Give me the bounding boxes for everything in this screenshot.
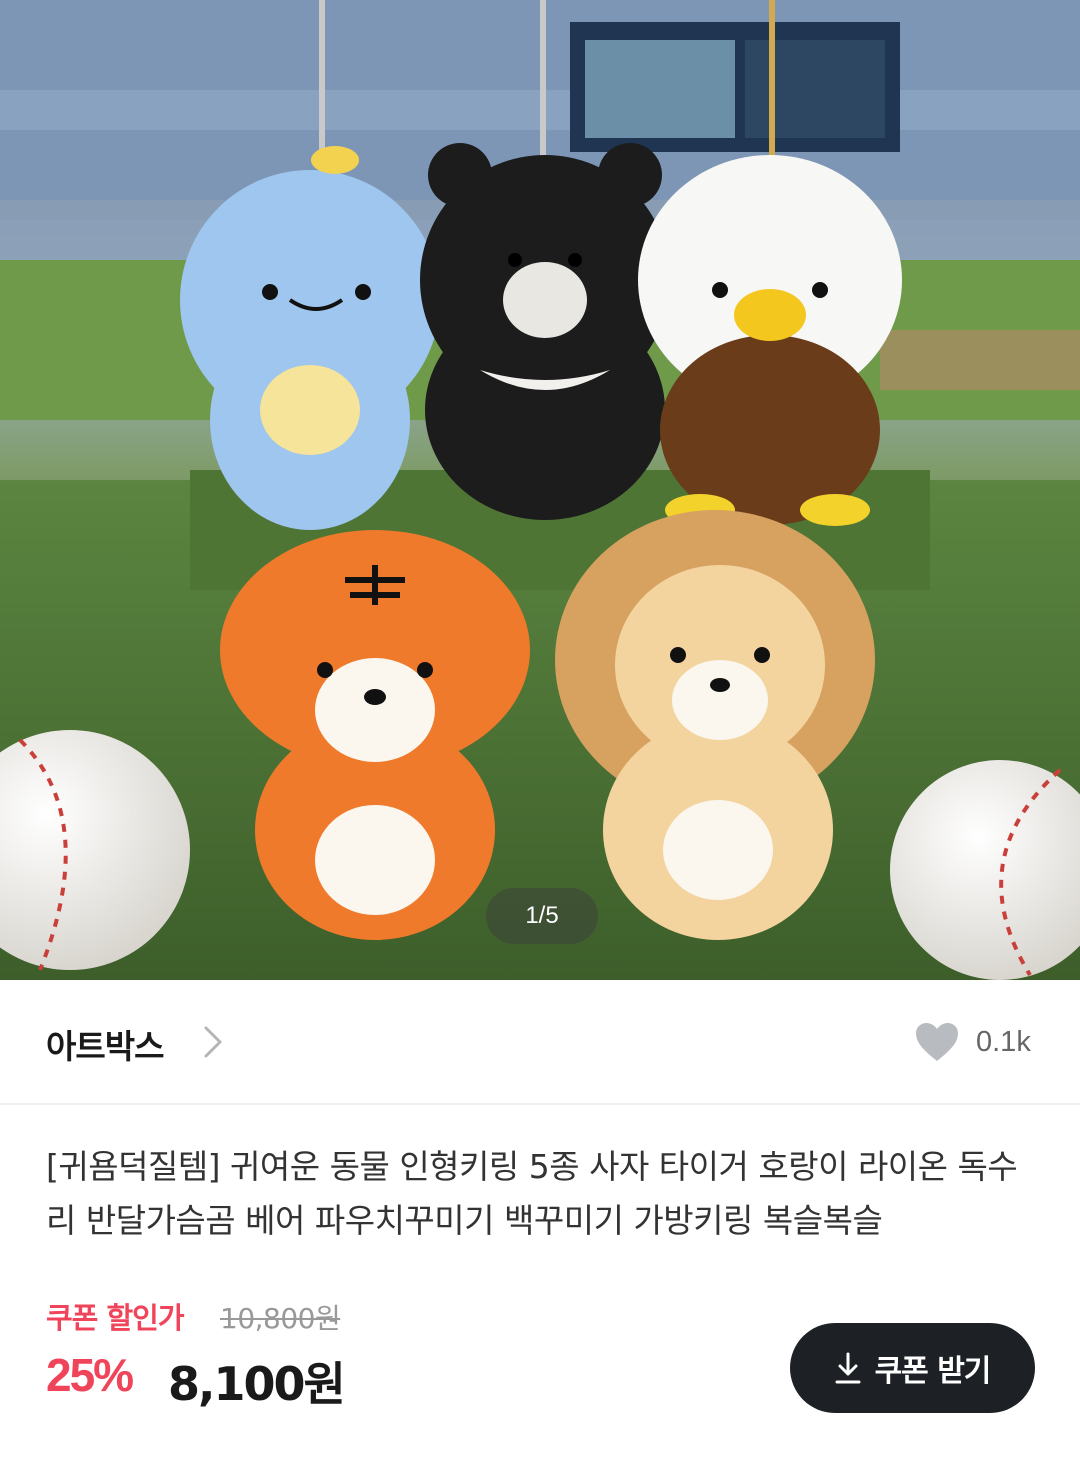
like-count: 0.1k [976,1025,1031,1058]
discount-rate: 25% [46,1349,134,1401]
download-icon [835,1352,861,1384]
sale-price: 8,100원 [168,1357,346,1411]
original-price: 10,800원 [220,1302,341,1335]
product-image-gallery[interactable]: 1/5 [0,0,1080,980]
seller-row: 아트박스 0.1k [0,980,1080,1105]
coupon-price-label: 쿠폰 할인가 [46,1301,184,1335]
like-button[interactable]: 0.1k [914,1018,1044,1066]
chevron-right-icon[interactable] [198,1024,228,1060]
product-title: [귀욤덕질템] 귀여운 동물 인형키링 5종 사자 타이거 호랑이 라이온 독수… [46,1147,1018,1240]
heart-icon [916,1023,958,1061]
product-detail-page: 1/5 아트박스 0.1k [귀욤덕질템] 귀여운 동물 인형키링 5종 사자 … [0,0,1080,1457]
image-counter: 1/5 [486,888,598,944]
seller-name-link[interactable]: 아트박스 [46,1020,164,1068]
product-photo [0,0,1080,980]
get-coupon-button[interactable]: 쿠폰 받기 [790,1323,1035,1413]
get-coupon-label: 쿠폰 받기 [874,1354,992,1389]
